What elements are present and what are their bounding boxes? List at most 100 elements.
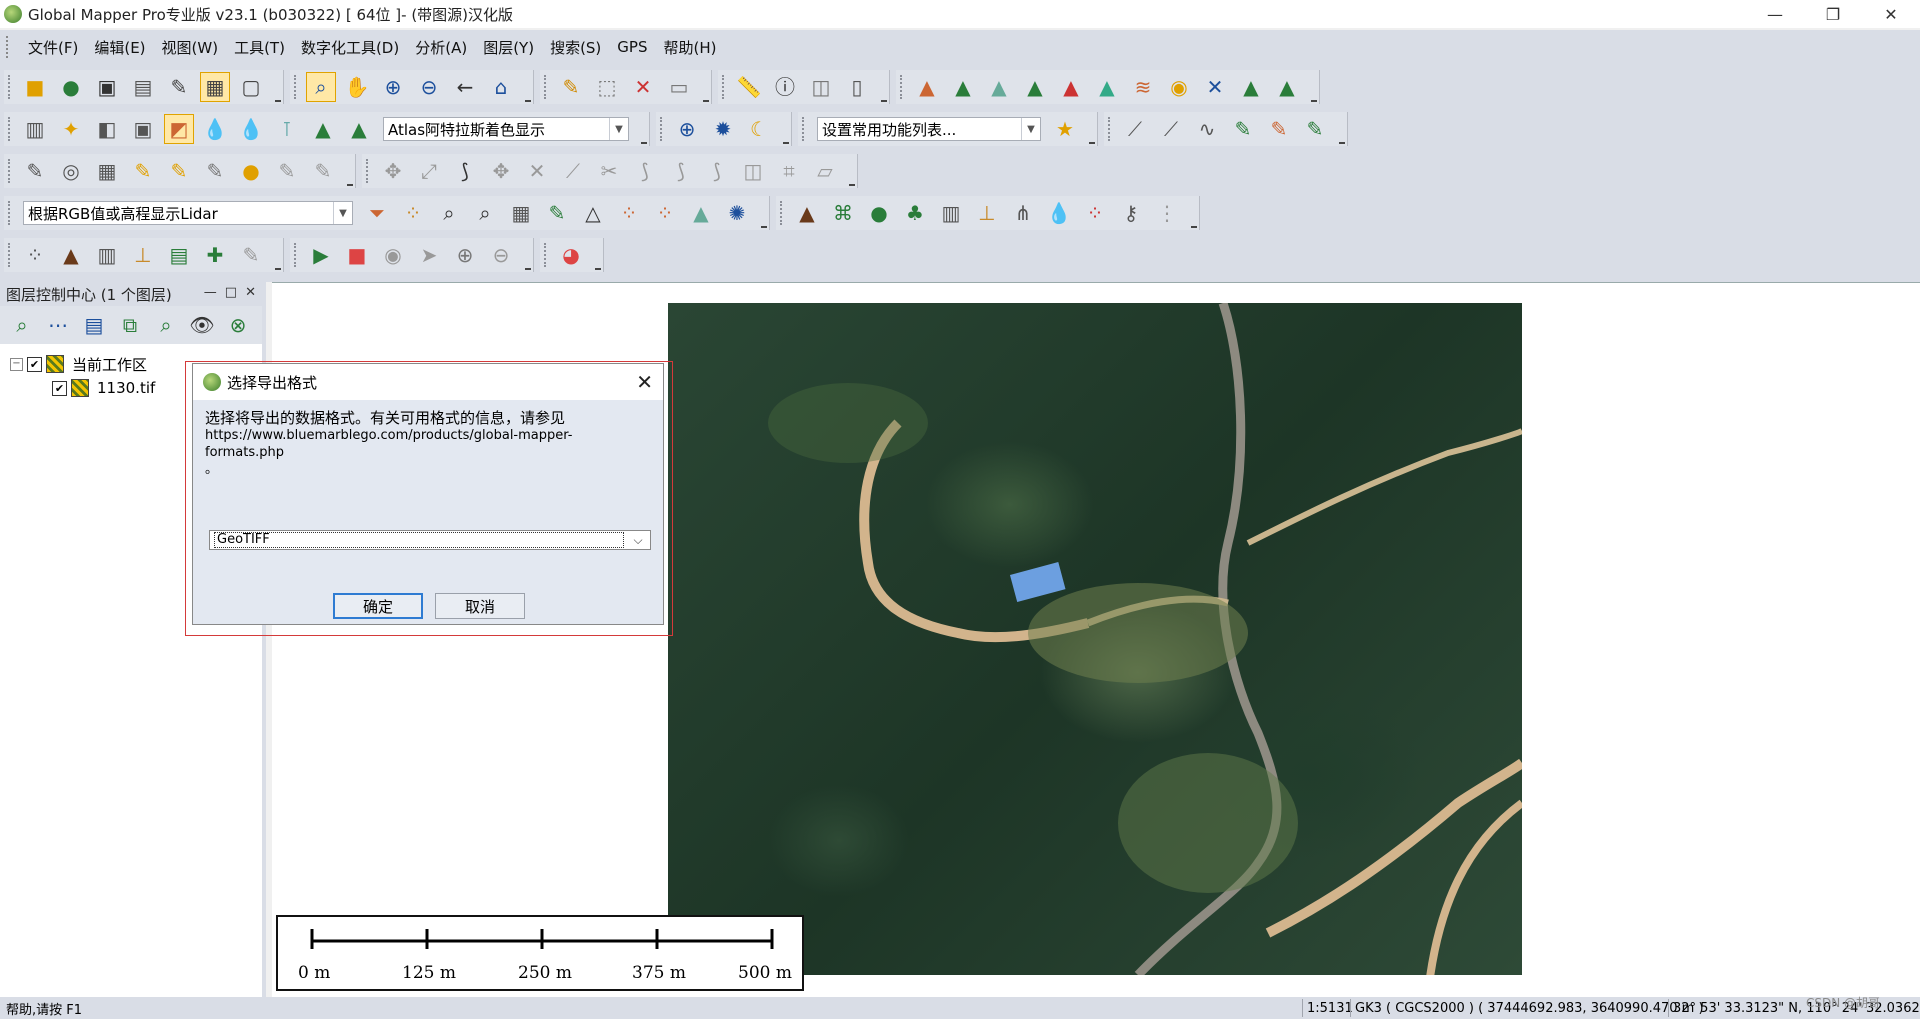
- analysis-4-icon[interactable]: ⊥: [128, 240, 158, 270]
- workspace-checkbox[interactable]: ✔: [27, 356, 42, 372]
- puzzle-icon[interactable]: ✚: [200, 240, 230, 270]
- grass-icon[interactable]: ⌘: [828, 198, 858, 228]
- back-arrow-icon[interactable]: ←: [450, 72, 480, 102]
- home-icon[interactable]: ⌂: [486, 72, 516, 102]
- key-icon[interactable]: ⚷: [1116, 198, 1146, 228]
- terrain-5-icon[interactable]: ▲: [1056, 72, 1086, 102]
- dashed-icon[interactable]: ⋮: [1152, 198, 1182, 228]
- analysis-6-icon[interactable]: ✎: [236, 240, 266, 270]
- merge-icon[interactable]: ◫: [738, 156, 768, 186]
- terrain-9-icon[interactable]: ✕: [1200, 72, 1230, 102]
- scissors-icon[interactable]: ✂: [594, 156, 624, 186]
- building-icon[interactable]: ▥: [936, 198, 966, 228]
- sun-light-icon[interactable]: ✦: [56, 114, 86, 144]
- grid-points-icon[interactable]: ▦: [506, 198, 536, 228]
- draw-line-2-icon[interactable]: ⟋: [1156, 114, 1186, 144]
- pole-icon[interactable]: ⊥: [972, 198, 1002, 228]
- zoom-tool-icon[interactable]: ⌕: [306, 72, 336, 102]
- panel-float-icon[interactable]: □: [225, 285, 237, 300]
- layer-copy-icon[interactable]: ⧉: [115, 310, 145, 340]
- digitize-1-icon[interactable]: ✎: [20, 156, 50, 186]
- pan-hand-icon[interactable]: ✋: [342, 72, 372, 102]
- lidar-search-icon[interactable]: ⌕: [434, 198, 464, 228]
- layer-table-icon[interactable]: ▤: [79, 310, 109, 340]
- edit-points-icon[interactable]: ✎: [542, 198, 572, 228]
- filter-icon[interactable]: ⏷: [362, 198, 392, 228]
- join-icon[interactable]: ⟆: [630, 156, 660, 186]
- tower-icon[interactable]: ⊺: [272, 114, 302, 144]
- chevron-down-icon[interactable]: ⌵: [628, 533, 648, 547]
- capture-icon[interactable]: ▭: [664, 72, 694, 102]
- moon-icon[interactable]: ☾: [744, 114, 774, 144]
- export-format-select[interactable]: GeoTIFF ⌵: [209, 530, 651, 550]
- bush-icon[interactable]: ●: [864, 198, 894, 228]
- water-level-2-icon[interactable]: 💧: [236, 114, 266, 144]
- view-3d-icon[interactable]: ▣: [128, 114, 158, 144]
- triangle-icon[interactable]: △: [578, 198, 608, 228]
- digitize-4-icon[interactable]: ✎: [200, 156, 230, 186]
- analysis-3-icon[interactable]: ▥: [92, 240, 122, 270]
- terrain-10-icon[interactable]: ▲: [1236, 72, 1266, 102]
- color-wheel-icon[interactable]: ◕: [556, 240, 586, 270]
- target-icon[interactable]: ◎: [56, 156, 86, 186]
- layer-options-icon[interactable]: ⋯: [43, 310, 73, 340]
- draw-brush-icon[interactable]: ✎: [1264, 114, 1294, 144]
- terrain-8-icon[interactable]: ◉: [1164, 72, 1194, 102]
- chevron-down-icon[interactable]: ▼: [333, 202, 352, 224]
- terrain-7-icon[interactable]: ≋: [1128, 72, 1158, 102]
- layer-zoom-icon[interactable]: ⌕: [7, 310, 37, 340]
- path-profile-icon[interactable]: ◫: [806, 72, 836, 102]
- digitize-6-icon[interactable]: ✎: [308, 156, 338, 186]
- shapes-icon[interactable]: ●: [236, 156, 266, 186]
- analysis-1-icon[interactable]: ⁘: [20, 240, 50, 270]
- measure-icon[interactable]: 📏: [734, 72, 764, 102]
- terrain-11-icon[interactable]: ▲: [1272, 72, 1302, 102]
- menu-view[interactable]: 视图(W): [154, 37, 227, 58]
- feature-info-icon[interactable]: ⓘ: [770, 72, 800, 102]
- ruler-icon[interactable]: ▱: [810, 156, 840, 186]
- layer-search-icon[interactable]: ⌕: [151, 310, 181, 340]
- lidar-display-select[interactable]: 根据RGB值或高程显示Lidar ▼: [23, 201, 353, 225]
- close-window-button[interactable]: ✕: [1862, 0, 1920, 28]
- rotate-icon[interactable]: ⤢: [414, 156, 444, 186]
- chevron-down-icon[interactable]: ▼: [609, 118, 628, 140]
- restore-button[interactable]: ❐: [1804, 0, 1862, 28]
- menu-search[interactable]: 搜索(S): [542, 37, 609, 58]
- shader-select[interactable]: Atlas阿特拉斯着色显示 ▼: [383, 117, 629, 141]
- menu-grip[interactable]: [6, 36, 12, 58]
- draw-brush-2-icon[interactable]: ✎: [1300, 114, 1330, 144]
- collapse-icon[interactable]: −: [10, 357, 23, 371]
- draw-area-icon[interactable]: ✎: [1228, 114, 1258, 144]
- line-icon[interactable]: ⟋: [558, 156, 588, 186]
- web-globe-icon[interactable]: ⊕: [672, 114, 702, 144]
- noise-icon[interactable]: ⁘: [1080, 198, 1110, 228]
- overview-icon[interactable]: ▢: [236, 72, 266, 102]
- tree-icon[interactable]: ♣: [900, 198, 930, 228]
- terrain-6-icon[interactable]: ▲: [1092, 72, 1122, 102]
- terrain-4-icon[interactable]: ▲: [1020, 72, 1050, 102]
- settings-sun-icon[interactable]: ✹: [708, 114, 738, 144]
- terrain-1-icon[interactable]: ▲: [912, 72, 942, 102]
- lidar-classify-icon[interactable]: ✺: [722, 198, 752, 228]
- digitize-5-icon[interactable]: ✎: [272, 156, 302, 186]
- remove-layer-icon[interactable]: ⊖: [486, 240, 516, 270]
- delete-feature-icon[interactable]: ✕: [628, 72, 658, 102]
- menu-file[interactable]: 文件(F): [20, 37, 86, 58]
- split-icon[interactable]: ✕: [522, 156, 552, 186]
- cloud-points-icon[interactable]: ⁘: [614, 198, 644, 228]
- turtle-icon[interactable]: ◉: [378, 240, 408, 270]
- dialog-close-icon[interactable]: ✕: [636, 370, 653, 394]
- layer-visibility-icon[interactable]: 👁: [187, 310, 217, 340]
- mountain-2-icon[interactable]: ▲: [344, 114, 374, 144]
- layer-remove-icon[interactable]: ⊗: [223, 310, 253, 340]
- layer-checkbox[interactable]: ✔: [52, 380, 67, 396]
- terrain-3-icon[interactable]: ▲: [984, 72, 1014, 102]
- ok-button[interactable]: 确定: [333, 593, 423, 619]
- lidar-search-2-icon[interactable]: ⌕: [470, 198, 500, 228]
- draw-line-1-icon[interactable]: ⟋: [1120, 114, 1150, 144]
- gps-device-icon[interactable]: ▯: [842, 72, 872, 102]
- draw-curve-icon[interactable]: ∿: [1192, 114, 1222, 144]
- menu-tools[interactable]: 工具(T): [226, 37, 293, 58]
- formats-link[interactable]: https://www.bluemarblego.com/products/gl…: [205, 427, 651, 461]
- stop-icon[interactable]: ■: [342, 240, 372, 270]
